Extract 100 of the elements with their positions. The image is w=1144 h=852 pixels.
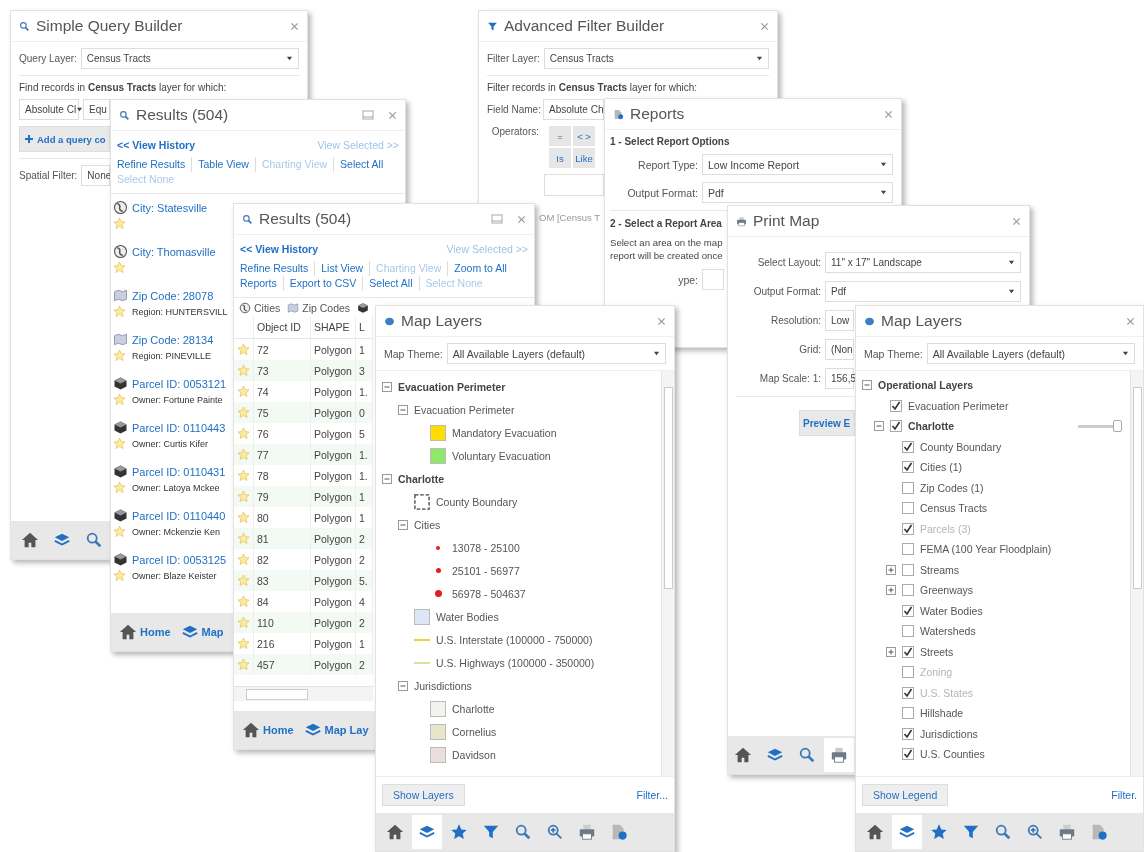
- operator-button[interactable]: Is: [549, 148, 571, 168]
- add-condition-button[interactable]: Add a query co: [19, 126, 110, 152]
- collapse-toggle[interactable]: [398, 404, 408, 415]
- collapse-toggle[interactable]: [382, 473, 392, 484]
- column-header[interactable]: L: [355, 316, 373, 339]
- dropdown[interactable]: Absolute Cl: [19, 99, 79, 120]
- star-icon[interactable]: [113, 481, 126, 494]
- result-link[interactable]: Parcel ID: 0110431: [132, 465, 226, 478]
- star-icon[interactable]: [237, 427, 250, 440]
- view-history-link[interactable]: << View History: [117, 139, 195, 151]
- expand-toggle[interactable]: [886, 646, 896, 657]
- star-icon[interactable]: [237, 448, 250, 461]
- expand-toggle[interactable]: [886, 564, 896, 575]
- action-link[interactable]: Refine Results: [117, 157, 192, 172]
- scrollbar[interactable]: [1130, 371, 1143, 776]
- layer-checkbox[interactable]: [902, 645, 914, 658]
- result-link[interactable]: Parcel ID: 0053125: [132, 553, 227, 566]
- action-link[interactable]: Reports: [240, 276, 283, 291]
- star-icon[interactable]: [237, 658, 250, 671]
- toolbar-button[interactable]: [412, 815, 442, 849]
- value-field[interactable]: [544, 174, 604, 196]
- star-icon[interactable]: [237, 637, 250, 650]
- scrollbar-thumb[interactable]: [1133, 387, 1142, 589]
- star-icon[interactable]: [237, 490, 250, 503]
- dropdown[interactable]: Equ: [83, 99, 110, 120]
- input-field[interactable]: 156,5: [825, 367, 854, 389]
- toolbar-button[interactable]: [824, 738, 854, 772]
- result-link[interactable]: Parcel ID: 0110440: [132, 509, 226, 522]
- action-link[interactable]: Select All: [362, 276, 419, 291]
- layer-checkbox[interactable]: [902, 625, 914, 638]
- layer-checkbox[interactable]: [902, 543, 914, 556]
- show-layers-button[interactable]: Show Layers: [382, 784, 465, 806]
- dropdown[interactable]: 11" x 17" Landscape: [825, 251, 1021, 273]
- layer-checkbox[interactable]: [902, 440, 914, 453]
- layer-checkbox[interactable]: [902, 727, 914, 740]
- collapse-toggle[interactable]: [398, 680, 408, 691]
- result-link[interactable]: Parcel ID: 0110443: [132, 421, 226, 434]
- star-icon[interactable]: [113, 261, 126, 274]
- close-icon[interactable]: [884, 109, 893, 119]
- show-legend-button[interactable]: Show Legend: [862, 784, 949, 806]
- filter-link[interactable]: Filter.: [1111, 789, 1137, 801]
- layer-tab[interactable]: Cities: [238, 302, 282, 314]
- star-icon[interactable]: [237, 343, 250, 356]
- toolbar-button[interactable]: Map Lay: [299, 713, 373, 747]
- star-icon[interactable]: [113, 437, 126, 450]
- scrollbar-thumb[interactable]: [664, 387, 673, 589]
- collapse-toggle[interactable]: [382, 381, 392, 392]
- layer-checkbox[interactable]: [902, 604, 914, 617]
- expand-toggle[interactable]: [886, 585, 896, 596]
- star-icon[interactable]: [237, 406, 250, 419]
- star-icon[interactable]: [113, 349, 126, 362]
- star-icon[interactable]: [237, 553, 250, 566]
- dropdown[interactable]: Pdf: [702, 182, 893, 203]
- collapse-toggle[interactable]: [398, 519, 408, 530]
- result-link[interactable]: Zip Code: 28134: [132, 333, 214, 346]
- action-link[interactable]: Zoom to All: [447, 261, 513, 276]
- close-icon[interactable]: [760, 21, 769, 31]
- close-icon[interactable]: [657, 316, 666, 326]
- star-icon[interactable]: [237, 595, 250, 608]
- star-icon[interactable]: [237, 385, 250, 398]
- scrollbar[interactable]: [661, 371, 674, 776]
- star-icon[interactable]: [237, 511, 250, 524]
- dropdown[interactable]: Census Tracts: [80, 48, 299, 69]
- layer-checkbox[interactable]: [902, 707, 914, 720]
- action-link[interactable]: Refine Results: [240, 261, 315, 276]
- dropdown[interactable]: Low Income Report: [702, 154, 893, 175]
- dropdown[interactable]: Census Tracts: [543, 48, 769, 69]
- scrollbar-thumb[interactable]: [246, 688, 308, 700]
- star-icon[interactable]: [237, 469, 250, 482]
- star-icon[interactable]: [113, 393, 126, 406]
- layer-checkbox[interactable]: [902, 748, 914, 761]
- layer-checkbox[interactable]: [902, 461, 914, 474]
- result-link[interactable]: Parcel ID: 0053121: [132, 377, 227, 390]
- filter-link[interactable]: Filter...: [636, 789, 668, 801]
- dropdown[interactable]: (Non: [825, 338, 854, 360]
- slider-thumb[interactable]: [1113, 420, 1123, 433]
- result-link[interactable]: City: Thomasville: [132, 245, 216, 258]
- star-icon[interactable]: [113, 305, 126, 318]
- dropdown[interactable]: Absolute Ch: [543, 99, 604, 120]
- column-header[interactable]: SHAPE: [310, 316, 356, 339]
- toolbar-button[interactable]: [892, 815, 922, 849]
- dock-icon[interactable]: [491, 214, 503, 224]
- layer-checkbox[interactable]: [890, 399, 902, 412]
- column-header[interactable]: Object ID: [253, 316, 311, 339]
- layer-tab[interactable]: [356, 302, 371, 314]
- operator-button[interactable]: < >: [573, 126, 595, 146]
- scrollbar[interactable]: [234, 685, 373, 701]
- expand-toggle[interactable]: [862, 380, 872, 391]
- star-icon[interactable]: [237, 532, 250, 545]
- preview-button[interactable]: Preview E: [799, 410, 855, 436]
- close-icon[interactable]: [1126, 316, 1135, 326]
- operator-button[interactable]: =: [549, 126, 571, 146]
- star-icon[interactable]: [113, 525, 126, 538]
- dropdown[interactable]: Low: [825, 309, 854, 331]
- action-link[interactable]: Select All: [333, 157, 390, 172]
- toolbar-button[interactable]: Map: [176, 615, 228, 649]
- dropdown[interactable]: None: [81, 165, 111, 186]
- dropdown[interactable]: All Available Layers (default): [926, 343, 1135, 364]
- star-icon[interactable]: [237, 574, 250, 587]
- star-icon[interactable]: [237, 364, 250, 377]
